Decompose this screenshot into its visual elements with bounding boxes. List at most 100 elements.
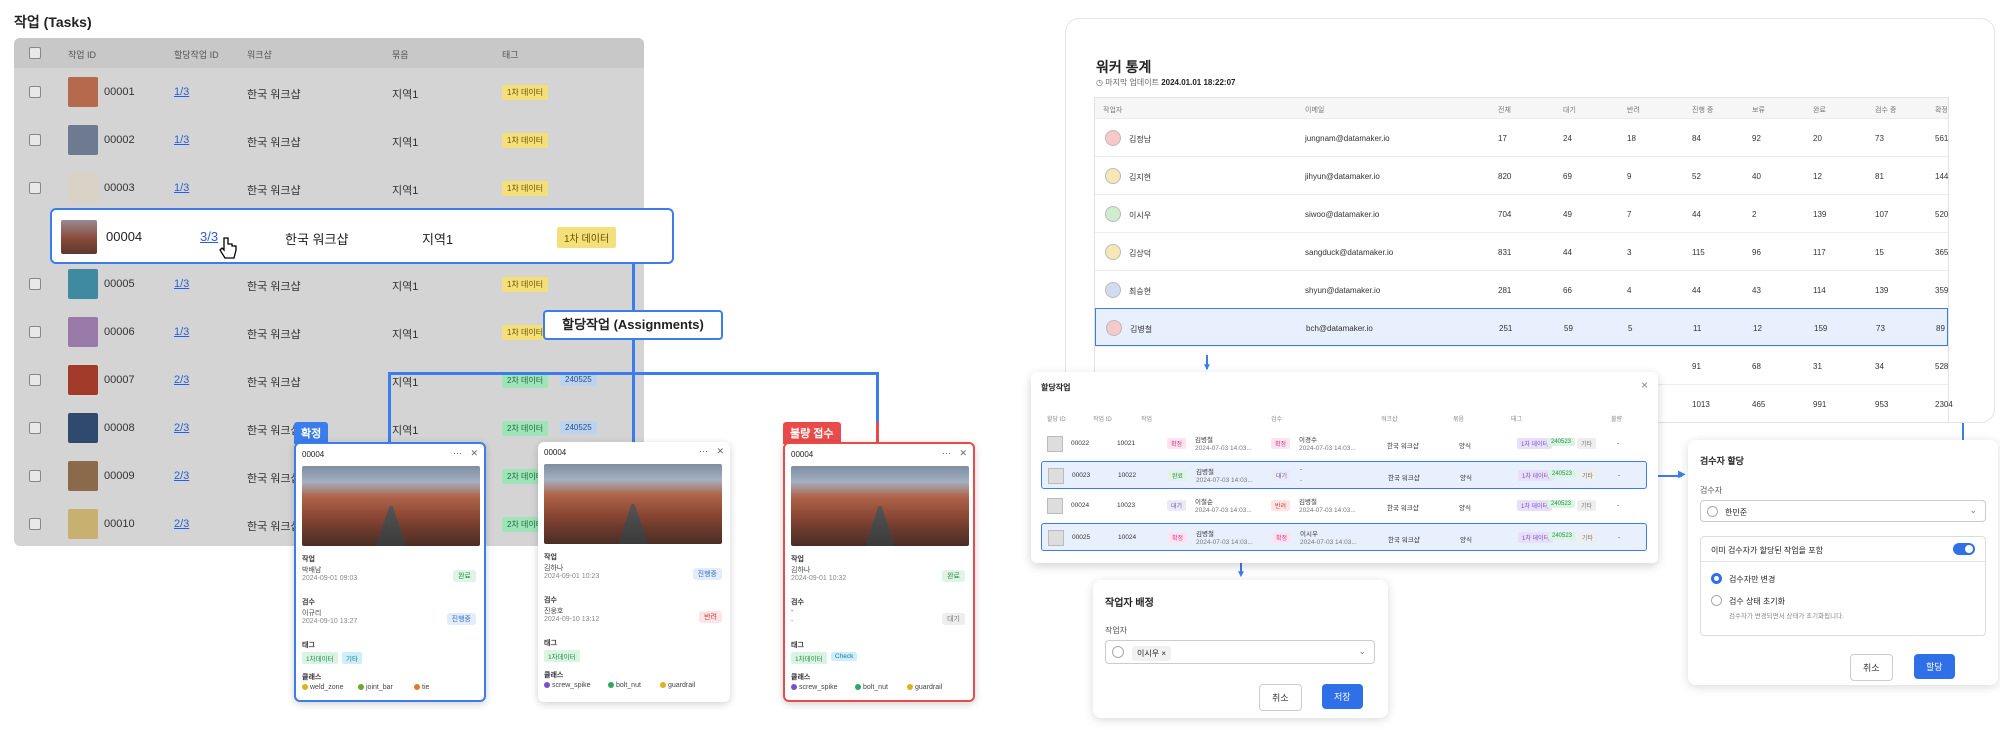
col-header[interactable]: 검수 중	[1875, 105, 1896, 115]
stat-value: 40	[1752, 172, 1761, 181]
stat-value: 20	[1813, 134, 1822, 143]
row-checkbox[interactable]	[29, 182, 41, 194]
stat-value: 12	[1813, 172, 1822, 181]
col-header[interactable]: 검수	[1271, 414, 1282, 423]
more-icon[interactable]: ⋯	[453, 448, 462, 459]
col-header[interactable]: 대기	[1563, 105, 1576, 115]
close-icon[interactable]: ✕	[959, 448, 967, 459]
worker-row[interactable]: 김지현 jihyun@datamaker.io 820 69 9 52 40 12 81 144	[1095, 156, 1948, 194]
row-thumbnail	[1047, 498, 1063, 514]
worker-row[interactable]: 김병철 bch@datamaker.io 251 59 5 11 12 159 73 89	[1095, 308, 1948, 346]
cancel-button[interactable]: 취소	[1259, 684, 1302, 711]
stat-value: 24	[1563, 134, 1572, 143]
col-header[interactable]: 확정	[1935, 105, 1948, 115]
col-header[interactable]: 할당 ID	[1047, 414, 1066, 423]
stat-value: 365	[1935, 248, 1949, 257]
review-status: 확정	[1271, 438, 1291, 449]
remove-icon[interactable]: ×	[1161, 649, 1166, 658]
assignment-link[interactable]: 1/3	[174, 134, 189, 146]
assignment-row[interactable]: 00024 10023 대기 이철순 2024-07-03 14:03... 반려 김병철 2…	[1041, 492, 1647, 520]
worker-name: 김지현	[1129, 173, 1152, 182]
worker-chip[interactable]: 이시우 ×	[1132, 646, 1171, 661]
close-icon[interactable]: ✕	[716, 446, 724, 457]
col-header[interactable]: 태그	[1511, 414, 1522, 423]
col-header[interactable]: 작업 ID	[1093, 414, 1112, 423]
table-row[interactable]: 00005 1/3 한국 워크샵 지역1 1차 데이터	[14, 260, 644, 308]
include-assigned-toggle[interactable]	[1953, 543, 1975, 555]
review-label: 검수	[302, 599, 315, 606]
stat-value: 991	[1813, 400, 1827, 409]
radio-reset-status[interactable]	[1711, 595, 1722, 606]
hand-cursor-icon	[219, 237, 237, 259]
divider	[1701, 561, 1985, 562]
col-header[interactable]: 묶음	[392, 48, 409, 61]
assignment-card[interactable]: 00004 ⋯ ✕ 작업 박배남 2024-09-01 09:03 완료 검수 이규리 2024-…	[294, 442, 486, 702]
assignment-card[interactable]: 00004 ⋯ ✕ 작업 김하나 2024-09-01 10:23 진행중 검수 진웅호 2024…	[538, 442, 730, 702]
assignment-card[interactable]: 00004 ⋯ ✕ 작업 김하나 2024-09-01 10:32 완료 검수 - - 대기 태그 1차…	[783, 442, 975, 702]
table-row[interactable]: 00002 1/3 한국 워크샵 지역1 1차 데이터	[14, 116, 644, 164]
col-header[interactable]: 보류	[1752, 105, 1765, 115]
col-header[interactable]: 묶음	[1453, 414, 1464, 423]
col-header[interactable]: 워크샵	[1381, 414, 1398, 423]
col-header[interactable]: 작업	[1141, 414, 1152, 423]
assignment-link[interactable]: 1/3	[174, 326, 189, 338]
assignment-link[interactable]: 1/3	[174, 278, 189, 290]
reviewer-select[interactable]: 한민준 ⌄	[1700, 500, 1986, 522]
assignment-link[interactable]: 1/3	[174, 182, 189, 194]
table-row[interactable]: 00001 1/3 한국 워크샵 지역1 1차 데이터	[14, 68, 644, 116]
row-checkbox[interactable]	[29, 326, 41, 338]
assignment-row[interactable]: 00025 10024 확정 김병철 2024-07-03 14:03... 확정 이시우 2…	[1041, 523, 1647, 551]
row-checkbox[interactable]	[29, 86, 41, 98]
assignment-row[interactable]: 00023 10022 완료 김병철 2024-07-03 14:03... 대기 - - 한국…	[1041, 461, 1647, 489]
more-icon[interactable]: ⋯	[699, 446, 708, 457]
select-all-checkbox[interactable]	[29, 47, 41, 59]
row-checkbox[interactable]	[29, 374, 41, 386]
worker-select[interactable]: 이시우 × ⌄	[1105, 640, 1375, 664]
row-checkbox[interactable]	[29, 518, 41, 530]
assignment-link[interactable]: 2/3	[174, 518, 189, 530]
stat-value: 5	[1628, 324, 1633, 333]
col-header[interactable]: 전체	[1498, 105, 1511, 115]
highlighted-task-row[interactable]: 00004 3/3 한국 워크샵 지역1 1차 데이터	[50, 208, 674, 264]
col-header[interactable]: 작업자	[1103, 105, 1122, 115]
assignment-panel: 할당작업 × 할당 ID 작업 ID 작업 검수 워크샵 묶음 태그 불량 00022 1002…	[1031, 372, 1658, 563]
col-header[interactable]: 불량	[1611, 414, 1622, 423]
radio-change-reviewer[interactable]	[1711, 573, 1722, 584]
task-id: 10023	[1117, 502, 1136, 509]
col-header[interactable]: 진행 중	[1692, 105, 1713, 115]
col-header[interactable]: 반려	[1627, 105, 1640, 115]
confirm-button[interactable]: 할당	[1914, 654, 1955, 679]
assignment-link[interactable]: 2/3	[174, 374, 189, 386]
assignment-panel-title: 할당작업	[1041, 383, 1071, 392]
col-header[interactable]: 완료	[1813, 105, 1826, 115]
col-header[interactable]: 워크샵	[247, 48, 272, 61]
review-date: 2024-07-03 14:03...	[1299, 507, 1356, 514]
table-row[interactable]: 00003 1/3 한국 워크샵 지역1 1차 데이터	[14, 164, 644, 212]
more-icon[interactable]: ⋯	[942, 448, 951, 459]
worker-row[interactable]: 김정남 jungnam@datamaker.io 17 24 18 84 92 20 73 561	[1095, 118, 1948, 156]
worker-row[interactable]: 최승현 shyun@datamaker.io 281 66 4 44 43 114 139 359	[1095, 270, 1948, 308]
assignment-link[interactable]: 2/3	[174, 470, 189, 482]
worker-row[interactable]: 김상덕 sangduck@datamaker.io 831 44 3 115 96 117 15…	[1095, 232, 1948, 270]
row-checkbox[interactable]	[29, 278, 41, 290]
assignment-link[interactable]: 2/3	[174, 422, 189, 434]
col-header[interactable]: 할당작업 ID	[174, 48, 219, 61]
assignment-link[interactable]: 3/3	[200, 229, 218, 244]
assignment-link[interactable]: 1/3	[174, 86, 189, 98]
row-checkbox[interactable]	[29, 470, 41, 482]
col-header[interactable]: 이메일	[1305, 105, 1324, 115]
table-row[interactable]: 00007 2/3 한국 워크샵 지역1 2차 데이터 240525	[14, 356, 644, 404]
worker-row[interactable]: 이시우 siwoo@datamaker.io 704 49 7 44 2 139 107 520	[1095, 194, 1948, 232]
cancel-button[interactable]: 취소	[1850, 654, 1893, 681]
col-header[interactable]: 작업 ID	[68, 48, 96, 61]
assignment-row[interactable]: 00022 10021 확정 김병철 2024-07-03 14:03... 확정 이경수 2…	[1041, 430, 1647, 458]
close-icon[interactable]: ✕	[470, 448, 478, 459]
work-status: 진행중	[692, 568, 722, 580]
card-tag: Check	[831, 652, 858, 661]
close-icon[interactable]: ×	[1641, 378, 1648, 392]
row-checkbox[interactable]	[29, 422, 41, 434]
save-button[interactable]: 저장	[1322, 684, 1363, 709]
row-checkbox[interactable]	[29, 134, 41, 146]
stat-value: 159	[1814, 324, 1828, 333]
col-header[interactable]: 태그	[502, 48, 519, 61]
